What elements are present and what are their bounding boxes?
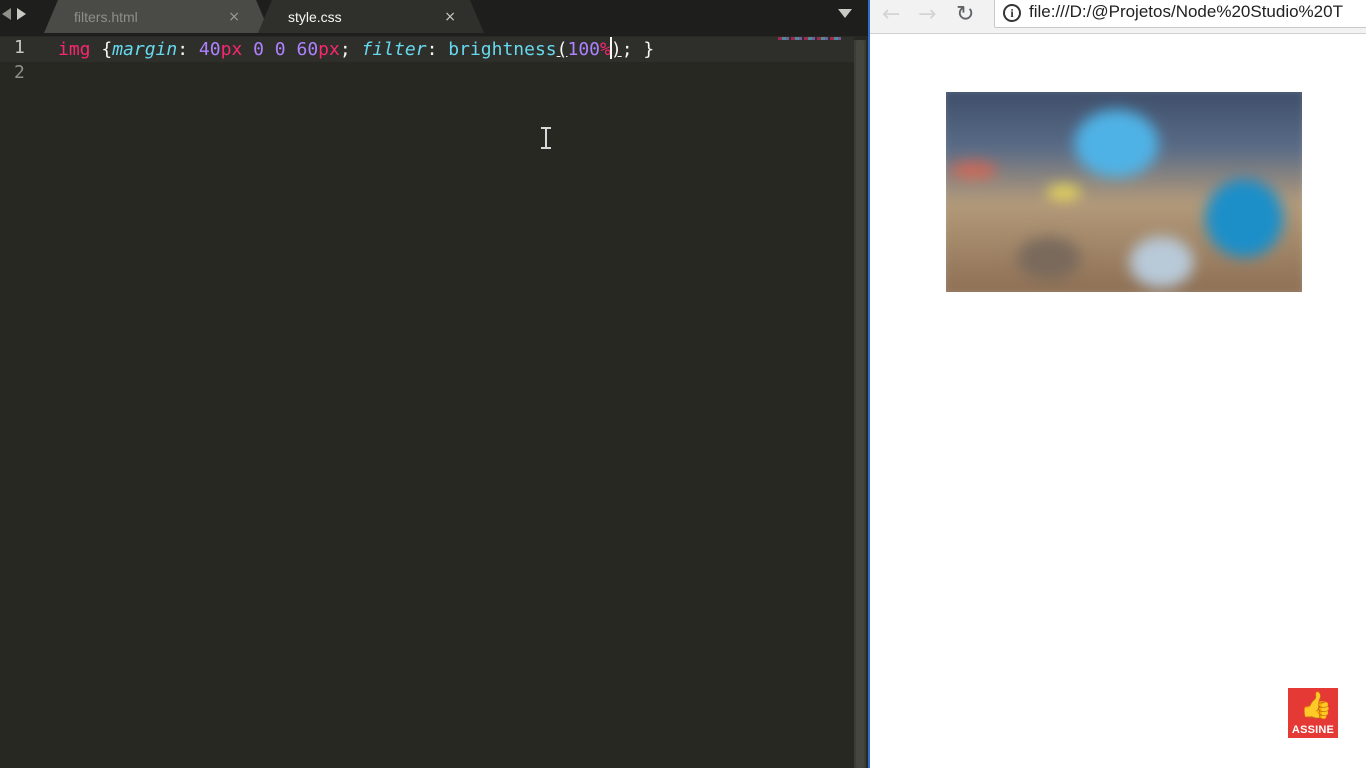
url-text[interactable]: file:///D:/@Projetos/Node%20Studio%20T — [1029, 2, 1343, 22]
css-number: 40 — [198, 39, 221, 60]
page-image — [946, 92, 1302, 292]
css-number: 100 — [567, 39, 600, 60]
thumbs-up-icon: 👍 — [1300, 691, 1333, 721]
subscribe-button[interactable]: 👍 ASSINE — [1288, 688, 1338, 738]
css-property: filter — [361, 39, 427, 60]
code-punct: ; } — [621, 39, 655, 60]
tab-nav-arrows — [0, 4, 36, 24]
tab-filters-html[interactable]: filters.html × — [44, 0, 270, 33]
code-paren: ( — [556, 39, 568, 60]
code-punct: : — [177, 39, 199, 60]
i-beam-cursor-icon — [540, 127, 552, 149]
close-icon[interactable]: × — [228, 9, 240, 25]
scrollbar-thumb[interactable] — [856, 40, 864, 768]
close-icon[interactable]: × — [444, 9, 456, 25]
line-number: 2 — [14, 62, 25, 83]
caret-left-icon[interactable] — [2, 8, 11, 20]
back-arrow-icon[interactable]: ← — [882, 1, 900, 29]
line-number-gutter: 1 2 — [0, 36, 48, 768]
browser-window: ← → ↻ i file:///D:/@Projetos/Node%20Stud… — [868, 0, 1366, 768]
forward-arrow-icon[interactable]: → — [918, 1, 936, 29]
code-text-area[interactable]: img {margin: 40px 0 0 60px; filter: brig… — [58, 37, 654, 62]
css-number: 60 — [296, 39, 319, 60]
tab-label: style.css — [288, 8, 342, 25]
css-number: 0 0 — [242, 39, 297, 60]
reload-icon[interactable]: ↻ — [956, 1, 974, 29]
browser-toolbar: ← → ↻ i file:///D:/@Projetos/Node%20Stud… — [870, 0, 1366, 34]
caret-right-icon[interactable] — [17, 8, 26, 20]
tab-bar: filters.html × style.css × — [0, 0, 868, 36]
code-punct: : — [426, 39, 449, 60]
code-paren: ) — [610, 39, 622, 60]
address-bar[interactable]: i file:///D:/@Projetos/Node%20Studio%20T — [994, 0, 1366, 28]
minimap[interactable] — [778, 37, 842, 40]
css-unit: px — [318, 39, 340, 60]
tab-label: filters.html — [74, 8, 138, 25]
code-editor[interactable]: filters.html × style.css × 1 2 img {marg… — [0, 0, 868, 768]
line-number: 1 — [14, 37, 25, 58]
code-punct: { — [90, 39, 113, 60]
subscribe-label: ASSINE — [1291, 724, 1335, 736]
css-selector: img — [58, 39, 91, 60]
info-icon[interactable]: i — [1003, 4, 1021, 22]
chevron-down-icon[interactable] — [838, 9, 852, 18]
code-punct: ; — [339, 39, 362, 60]
tab-style-css[interactable]: style.css × — [258, 0, 484, 33]
css-unit: px — [220, 39, 243, 60]
css-function: brightness — [448, 39, 557, 60]
css-property: margin — [112, 39, 178, 60]
